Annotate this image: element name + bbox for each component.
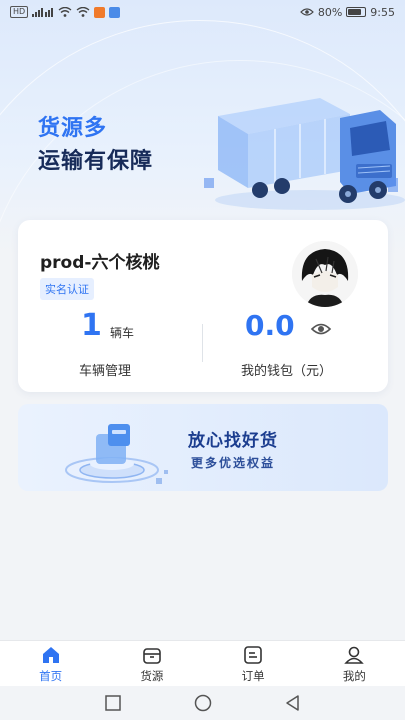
home-button[interactable]	[194, 694, 212, 712]
network-type-badge: HD	[10, 6, 29, 18]
system-nav-bar	[0, 686, 405, 720]
bottom-tab-bar: 首页 货源 订单 我的	[0, 640, 405, 686]
hero-title-line1: 货源多	[38, 116, 108, 141]
eye-icon[interactable]	[310, 320, 332, 338]
clock: 9:55	[370, 5, 395, 19]
recent-apps-button[interactable]	[104, 694, 122, 712]
profile-card: prod-六个核桃 实名认证 1 辆车 车辆管理 0.0 我的钱包（元）	[18, 220, 388, 392]
status-bar-right: 80% 9:55	[299, 5, 395, 19]
app-notification-icon	[109, 6, 121, 18]
order-icon	[244, 646, 262, 664]
back-button[interactable]	[284, 694, 302, 712]
user-name: prod-六个核桃	[40, 253, 160, 273]
verified-badge[interactable]: 实名认证	[40, 278, 94, 300]
promo-illustration	[65, 424, 168, 484]
hero-banner: 货源多 运输有保障	[0, 0, 405, 255]
tab-label: 我的	[342, 669, 366, 683]
tab-label: 订单	[241, 669, 265, 683]
wifi-icon	[58, 7, 72, 17]
stat-divider	[202, 324, 203, 362]
tab-label: 首页	[39, 669, 63, 683]
tab-mine[interactable]: 我的	[304, 641, 405, 686]
truck-illustration	[204, 98, 405, 210]
status-bar-left: HD	[10, 6, 121, 18]
promo-banner[interactable]: 放心找好货 更多优选权益	[18, 404, 388, 491]
home-icon	[42, 647, 59, 663]
avatar-illustration	[292, 241, 358, 307]
vehicle-management-stat[interactable]: 1 辆车 车辆管理	[48, 308, 198, 380]
vehicle-management-label: 车辆管理	[79, 364, 132, 379]
vehicle-unit: 辆车	[110, 326, 135, 340]
tab-cargo[interactable]: 货源	[101, 641, 202, 686]
tab-home[interactable]: 首页	[0, 641, 101, 686]
app-notification-icon	[94, 6, 106, 18]
tab-label: 货源	[140, 669, 164, 683]
avatar[interactable]	[292, 241, 358, 307]
hero-title-line2: 运输有保障	[38, 149, 154, 174]
promo-subtitle: 更多优选权益	[191, 456, 276, 470]
wallet-label: 我的钱包（元）	[241, 364, 333, 379]
vehicle-count: 1	[81, 308, 102, 343]
battery-icon	[346, 7, 367, 17]
signal-icon	[32, 8, 54, 17]
promo-title: 放心找好货	[188, 431, 278, 451]
wifi-icon	[76, 7, 90, 17]
eye-comfort-icon	[299, 8, 314, 16]
user-icon	[344, 646, 365, 664]
battery-percent: 80%	[317, 5, 343, 19]
cargo-icon	[143, 648, 161, 664]
wallet-amount: 0.0	[245, 309, 295, 342]
wallet-stat[interactable]: 0.0 我的钱包（元）	[228, 308, 378, 380]
tab-orders[interactable]: 订单	[203, 641, 304, 686]
status-bar: HD 80% 9:55	[0, 0, 405, 24]
